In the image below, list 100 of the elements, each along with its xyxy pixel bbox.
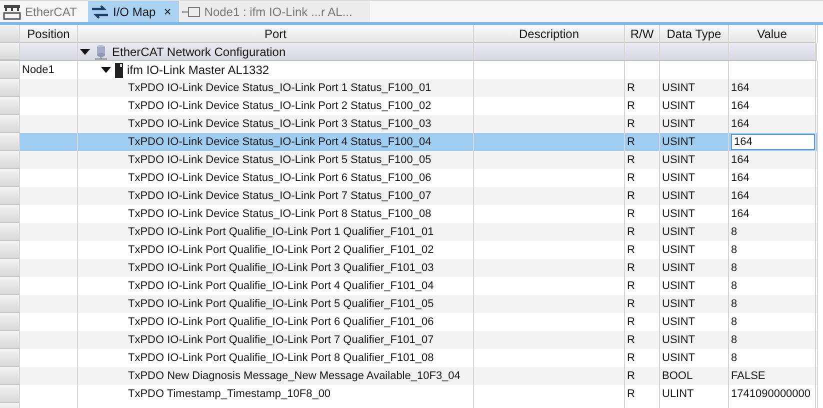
row-header[interactable] xyxy=(0,223,20,241)
tab[interactable]: I/O Map × xyxy=(88,1,180,22)
table-row[interactable]: TxPDO IO-Link Device Status_IO-Link Port 2 Status_F100_02 R USINT 164 xyxy=(0,97,818,115)
row-header[interactable] xyxy=(0,367,20,385)
table-cell: 8 xyxy=(731,316,738,328)
column-header[interactable]: Port xyxy=(78,25,474,43)
table-cell: TxPDO IO-Link Device Status_IO-Link Port 5 Status_F100_05 xyxy=(128,154,432,166)
table-row[interactable]: TxPDO IO-Link Port Qualifie_IO-Link Port 4 Qualifier_F101_04 R USINT 8 xyxy=(0,277,818,295)
table-cell: 1741090000000 xyxy=(731,388,811,400)
ecat-logo-icon xyxy=(3,4,21,20)
group-row[interactable]: EtherCAT Network Configuration xyxy=(0,43,817,61)
close-button[interactable]: × xyxy=(164,4,172,19)
tree-label: EtherCAT Network Configuration xyxy=(112,44,286,58)
table-cell: R xyxy=(627,118,635,130)
table-cell: 164 xyxy=(731,190,750,202)
table-row[interactable]: TxPDO IO-Link Device Status_IO-Link Port 8 Status_F100_08 R USINT 164 xyxy=(0,205,818,223)
expander-icon[interactable] xyxy=(101,66,111,74)
column-header[interactable]: Description xyxy=(474,25,625,43)
row-header[interactable] xyxy=(0,349,20,367)
table-cell: 164 xyxy=(731,172,750,184)
table-row[interactable]: TxPDO IO-Link Device Status_IO-Link Port 6 Status_F100_06 R USINT 164 xyxy=(0,169,818,187)
row-header[interactable] xyxy=(0,115,20,133)
table-cell: USINT xyxy=(662,136,695,148)
table-cell: USINT xyxy=(662,316,695,328)
column-header[interactable]: Position xyxy=(20,25,78,43)
table-cell: USINT xyxy=(662,244,695,256)
row-header[interactable] xyxy=(0,313,20,331)
table-cell: 8 xyxy=(731,226,738,238)
row-header[interactable] xyxy=(0,295,20,313)
table-cell: TxPDO IO-Link Device Status_IO-Link Port 3 Status_F100_03 xyxy=(128,118,432,130)
table-cell: TxPDO IO-Link Device Status_IO-Link Port 7 Status_F100_07 xyxy=(128,190,432,202)
row-header[interactable] xyxy=(0,61,20,79)
table-cell: USINT xyxy=(662,208,695,220)
table-row[interactable]: TxPDO Timestamp_Timestamp_10F8_00 R ULINT 1741090000000 xyxy=(0,385,818,403)
row-header[interactable] xyxy=(0,133,20,151)
row-header[interactable] xyxy=(0,97,20,115)
row-header[interactable] xyxy=(0,151,20,169)
table-cell: USINT xyxy=(662,154,695,166)
table-cell: R xyxy=(627,226,635,238)
table-cell: TxPDO IO-Link Port Qualifie_IO-Link Port 3 Qualifier_F101_03 xyxy=(128,262,434,274)
table-cell: 164 xyxy=(731,82,750,94)
column-header[interactable]: R/W xyxy=(625,25,660,43)
table-row[interactable]: TxPDO New Diagnosis Message_New Message Available_10F3_04 R BOOL FALSE xyxy=(0,367,818,385)
table-cell: TxPDO IO-Link Port Qualifie_IO-Link Port 7 Qualifier_F101_07 xyxy=(128,334,434,346)
tab[interactable]: Node1 : ifm IO-Link ...r AL... xyxy=(179,1,370,22)
table-cell: TxPDO IO-Link Port Qualifie_IO-Link Port 1 Qualifier_F101_01 xyxy=(128,226,434,238)
table-row[interactable]: TxPDO IO-Link Port Qualifie_IO-Link Port 5 Qualifier_F101_05 R USINT 8 xyxy=(0,295,818,313)
value-field[interactable]: 164 xyxy=(731,134,815,150)
table-cell: R xyxy=(627,136,635,148)
row-header[interactable] xyxy=(0,277,20,295)
table-row[interactable]: TxPDO IO-Link Port Qualifie_IO-Link Port 7 Qualifier_F101_07 R USINT 8 xyxy=(0,331,818,349)
row-header[interactable] xyxy=(0,169,20,187)
table-cell: R xyxy=(627,388,635,400)
table-cell: TxPDO Timestamp_Timestamp_10F8_00 xyxy=(128,388,331,400)
table-cell: 8 xyxy=(731,262,738,274)
row-header[interactable] xyxy=(0,205,20,223)
table-cell: 8 xyxy=(731,244,738,256)
row-header[interactable] xyxy=(0,43,20,60)
row-header[interactable] xyxy=(0,79,20,97)
table-row[interactable]: TxPDO IO-Link Device Status_IO-Link Port 3 Status_F100_03 R USINT 164 xyxy=(0,115,818,133)
network-icon xyxy=(94,44,108,60)
table-row[interactable]: TxPDO IO-Link Port Qualifie_IO-Link Port 1 Qualifier_F101_01 R USINT 8 xyxy=(0,223,818,241)
table-cell: R xyxy=(627,82,635,94)
table-cell: USINT xyxy=(662,334,695,346)
table-cell: R xyxy=(627,262,635,274)
table-cell: 164 xyxy=(731,208,750,220)
row-header[interactable] xyxy=(0,259,20,277)
table-cell: R xyxy=(627,334,635,346)
table-row[interactable]: TxPDO IO-Link Port Qualifie_IO-Link Port 3 Qualifier_F101_03 R USINT 8 xyxy=(0,259,818,277)
table-cell: USINT xyxy=(662,352,695,364)
table-row[interactable]: TxPDO IO-Link Device Status_IO-Link Port 7 Status_F100_07 R USINT 164 xyxy=(0,187,818,205)
table-cell: TxPDO IO-Link Device Status_IO-Link Port 2 Status_F100_02 xyxy=(128,100,432,112)
table-cell: USINT xyxy=(662,280,695,292)
column-header[interactable]: Value xyxy=(729,25,816,43)
table-cell: 8 xyxy=(731,334,738,346)
table-cell: USINT xyxy=(662,262,695,274)
tab[interactable]: EtherCAT xyxy=(0,1,88,22)
table-cell: R xyxy=(627,352,635,364)
row-header[interactable] xyxy=(0,385,20,403)
table-cell: USINT xyxy=(662,118,695,130)
row-header[interactable] xyxy=(0,331,20,349)
table-cell: 164 xyxy=(731,154,750,166)
table-row[interactable]: TxPDO IO-Link Port Qualifie_IO-Link Port 8 Qualifier_F101_08 R USINT 8 xyxy=(0,349,818,367)
table-cell: 8 xyxy=(731,280,738,292)
table-row[interactable]: TxPDO IO-Link Port Qualifie_IO-Link Port 6 Qualifier_F101_06 R USINT 8 xyxy=(0,313,818,331)
table-cell: R xyxy=(627,244,635,256)
table-row[interactable]: TxPDO IO-Link Device Status_IO-Link Port 5 Status_F100_05 R USINT 164 xyxy=(0,151,818,169)
table-cell: TxPDO IO-Link Port Qualifie_IO-Link Port 6 Qualifier_F101_06 xyxy=(128,316,434,328)
row-header[interactable] xyxy=(0,241,20,259)
table-cell: TxPDO IO-Link Device Status_IO-Link Port 6 Status_F100_06 xyxy=(128,172,432,184)
table-row[interactable]: TxPDO IO-Link Device Status_IO-Link Port 4 Status_F100_04 R USINT 164 xyxy=(0,133,818,151)
table-row[interactable]: TxPDO IO-Link Port Qualifie_IO-Link Port 2 Qualifier_F101_02 R USINT 8 xyxy=(0,241,818,259)
row-header[interactable] xyxy=(0,187,20,205)
table-cell: TxPDO IO-Link Device Status_IO-Link Port 8 Status_F100_08 xyxy=(128,208,432,220)
table-row[interactable]: TxPDO IO-Link Device Status_IO-Link Port 1 Status_F100_01 R USINT 164 xyxy=(0,79,818,97)
expander-icon[interactable] xyxy=(80,48,90,56)
column-header[interactable]: Data Type xyxy=(660,25,729,43)
table-cell: FALSE xyxy=(731,370,766,382)
table-cell: R xyxy=(627,190,635,202)
row-header[interactable] xyxy=(0,25,20,43)
